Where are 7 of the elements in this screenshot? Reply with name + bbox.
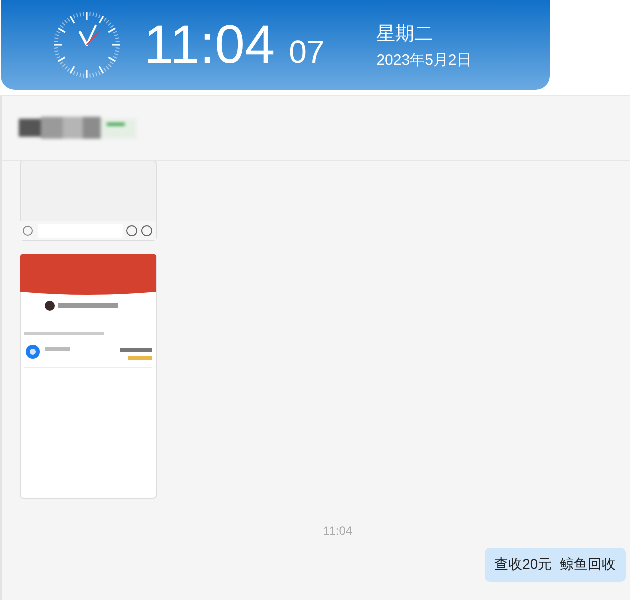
message-bubble: 查收20元 鲸鱼回收	[484, 548, 626, 582]
clock-seconds: 07	[289, 36, 325, 68]
clock-icon	[52, 10, 122, 80]
clock-time: 11:04	[144, 18, 276, 72]
date-label: 2023年5月2日	[376, 50, 472, 70]
message-time: 11:04	[323, 524, 353, 538]
weekday-label: 星期二	[376, 22, 435, 46]
